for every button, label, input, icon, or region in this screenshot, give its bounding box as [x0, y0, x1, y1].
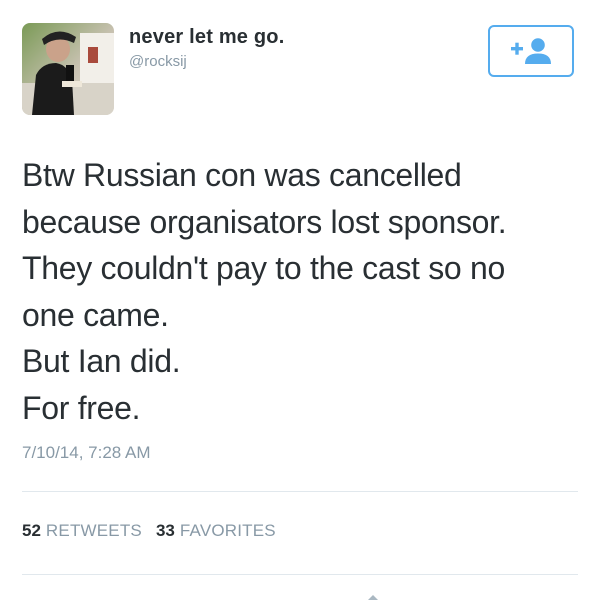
favorites-stat[interactable]: 33 FAVORITES [156, 521, 276, 541]
tweet-text-line: Btw Russian con was cancelled [22, 157, 462, 193]
tweet-text-line: because organisators lost sponsor. [22, 203, 507, 240]
timestamp[interactable]: 7/10/14, 7:28 AM [22, 443, 151, 463]
display-name[interactable]: never let me go. [129, 26, 284, 49]
add-person-icon [511, 38, 551, 64]
retweets-count: 52 [22, 521, 41, 540]
tweet-text-line: They couldn't pay to the cast so no [22, 250, 506, 286]
avatar-photo [22, 23, 114, 115]
favorites-count: 33 [155, 521, 175, 540]
tweet-stats: 52 RETWEETS 33 FAVORITES [22, 521, 276, 541]
divider [22, 574, 578, 575]
divider [22, 491, 578, 492]
reply-icon[interactable] [366, 594, 380, 600]
tweet-text-line: For free. [22, 389, 141, 426]
follow-button[interactable] [488, 25, 574, 77]
retweets-label: RETWEETS [45, 521, 142, 540]
tweet-card: never let me go. @rocksij Btw Russian co… [0, 0, 600, 600]
tweet-text-line: But Ian did. [22, 343, 181, 379]
retweets-stat[interactable]: 52 RETWEETS [22, 521, 142, 541]
tweet-text: Btw Russian con was cancelled because or… [22, 152, 582, 431]
avatar[interactable] [22, 23, 114, 115]
tweet-text-line: one came. [22, 296, 169, 333]
favorites-label: FAVORITES [179, 521, 276, 540]
user-handle[interactable]: @rocksij [129, 53, 187, 70]
